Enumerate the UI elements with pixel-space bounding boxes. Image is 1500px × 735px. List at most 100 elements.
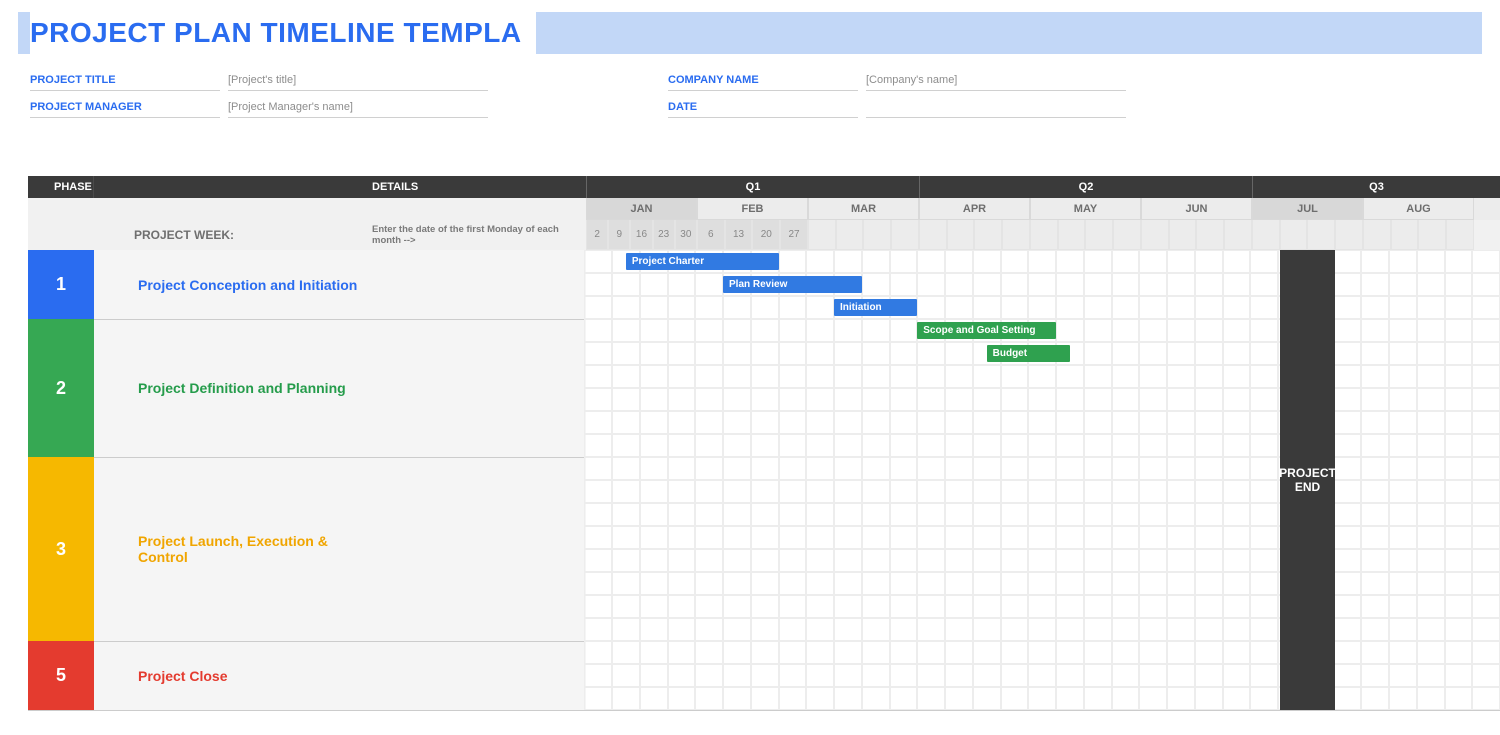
gantt-cell[interactable] [862,434,890,457]
gantt-cell[interactable] [640,503,668,526]
gantt-cell[interactable] [584,526,612,549]
gantt-cell[interactable] [1445,342,1473,365]
gantt-cell[interactable] [862,572,890,595]
gantt-cell[interactable] [862,549,890,572]
gantt-cell[interactable] [890,273,918,296]
gantt-cell[interactable] [1167,296,1195,319]
gantt-cell[interactable] [1167,342,1195,365]
gantt-cell[interactable] [1361,687,1389,710]
week-cell[interactable] [1335,220,1363,250]
gantt-cell[interactable] [1445,296,1473,319]
gantt-cell[interactable] [695,296,723,319]
gantt-cell[interactable] [695,526,723,549]
gantt-cell[interactable] [1334,687,1362,710]
gantt-cell[interactable] [973,572,1001,595]
gantt-cell[interactable] [1139,526,1167,549]
gantt-cell[interactable] [668,572,696,595]
gantt-cell[interactable] [1389,319,1417,342]
gantt-cell[interactable] [1112,526,1140,549]
gantt-cell[interactable] [1417,365,1445,388]
gantt-cell[interactable] [1250,641,1278,664]
week-cell[interactable] [1002,220,1030,250]
gantt-cell[interactable] [973,618,1001,641]
gantt-cell[interactable] [834,365,862,388]
gantt-cell[interactable] [1139,388,1167,411]
gantt-cell[interactable] [917,365,945,388]
gantt-cell[interactable] [1167,365,1195,388]
meta-value-company[interactable]: [Company's name] [866,70,1126,91]
gantt-cell[interactable] [723,342,751,365]
gantt-cell[interactable] [834,572,862,595]
gantt-cell[interactable] [1417,618,1445,641]
gantt-cell[interactable] [584,664,612,687]
gantt-cell[interactable] [1167,480,1195,503]
gantt-cell[interactable] [640,526,668,549]
gantt-cell[interactable] [1250,480,1278,503]
gantt-cell[interactable] [1167,250,1195,273]
gantt-cell[interactable] [1084,526,1112,549]
gantt-cell[interactable] [1001,687,1029,710]
gantt-cell[interactable] [668,664,696,687]
gantt-cell[interactable] [1389,503,1417,526]
gantt-cell[interactable] [1250,411,1278,434]
gantt-cell[interactable] [1334,572,1362,595]
gantt-cell[interactable] [834,480,862,503]
gantt-cell[interactable] [1361,296,1389,319]
gantt-cell[interactable] [1361,365,1389,388]
gantt-cell[interactable] [1472,503,1500,526]
gantt-cell[interactable] [973,457,1001,480]
gantt-cell[interactable] [917,549,945,572]
gantt-cell[interactable] [779,388,807,411]
gantt-cell[interactable] [1084,434,1112,457]
gantt-cell[interactable] [1417,595,1445,618]
gantt-cell[interactable] [640,664,668,687]
gantt-cell[interactable] [779,365,807,388]
gantt-cell[interactable] [1389,618,1417,641]
gantt-cell[interactable] [1389,457,1417,480]
gantt-cell[interactable] [1167,664,1195,687]
gantt-cell[interactable] [1112,549,1140,572]
gantt-cell[interactable] [1139,480,1167,503]
gantt-cell[interactable] [1001,572,1029,595]
gantt-cell[interactable] [612,342,640,365]
gantt-cell[interactable] [1084,595,1112,618]
gantt-cell[interactable] [1417,319,1445,342]
gantt-cell[interactable] [1084,503,1112,526]
gantt-cell[interactable] [695,342,723,365]
gantt-cell[interactable] [1334,664,1362,687]
gantt-cell[interactable] [890,319,918,342]
gantt-cell[interactable] [1250,434,1278,457]
gantt-cell[interactable] [1028,641,1056,664]
gantt-cell[interactable] [1417,664,1445,687]
gantt-cell[interactable] [834,687,862,710]
gantt-cell[interactable] [973,250,1001,273]
gantt-cell[interactable] [1445,273,1473,296]
gantt-cell[interactable] [1445,503,1473,526]
gantt-cell[interactable] [668,365,696,388]
gantt-cell[interactable] [1389,687,1417,710]
gantt-cell[interactable] [945,342,973,365]
gantt-cell[interactable] [1472,687,1500,710]
gantt-cell[interactable] [1139,687,1167,710]
gantt-cell[interactable] [1195,687,1223,710]
gantt-cell[interactable] [1028,687,1056,710]
gantt-cell[interactable] [779,342,807,365]
gantt-cell[interactable] [1195,549,1223,572]
gantt-cell[interactable] [1389,641,1417,664]
gantt-cell[interactable] [1139,641,1167,664]
gantt-cell[interactable] [612,388,640,411]
gantt-cell[interactable] [1389,296,1417,319]
gantt-cell[interactable] [1028,457,1056,480]
gantt-cell[interactable] [834,250,862,273]
gantt-cell[interactable] [945,641,973,664]
gantt-cell[interactable] [1112,250,1140,273]
gantt-cell[interactable] [917,595,945,618]
gantt-cell[interactable] [1389,526,1417,549]
gantt-cell[interactable] [945,595,973,618]
gantt-cell[interactable] [1139,664,1167,687]
gantt-cell[interactable] [668,549,696,572]
gantt-cell[interactable] [1417,549,1445,572]
gantt-cell[interactable] [1472,641,1500,664]
gantt-cell[interactable] [890,618,918,641]
gantt-cell[interactable] [1361,549,1389,572]
